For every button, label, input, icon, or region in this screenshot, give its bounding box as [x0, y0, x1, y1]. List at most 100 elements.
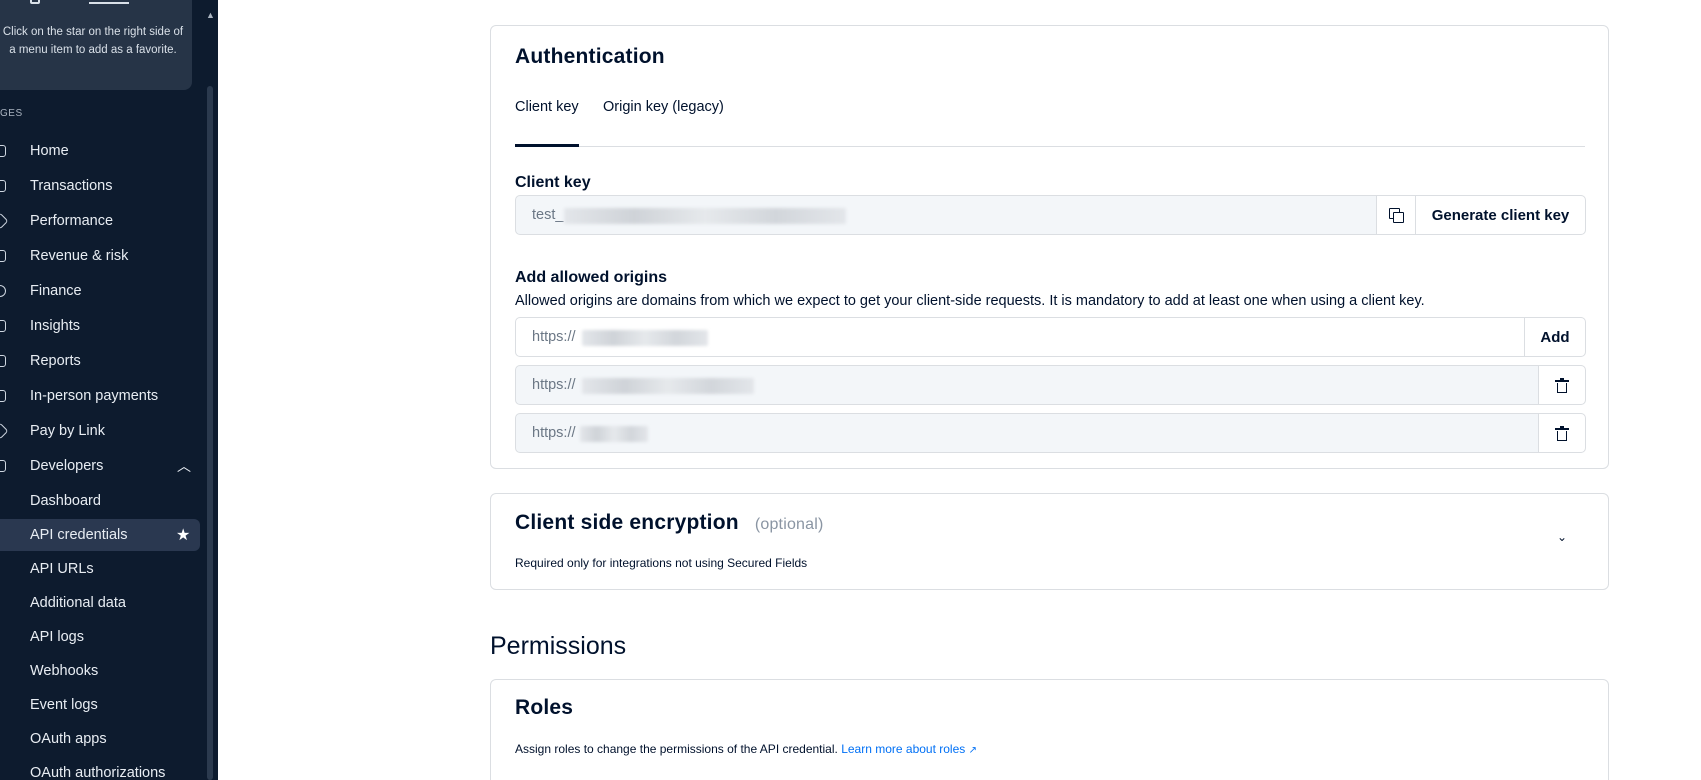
copy-button[interactable] — [1376, 195, 1416, 235]
star-icon[interactable]: ★ — [176, 525, 190, 545]
auth-tabs: Client key Origin key (legacy) — [515, 99, 1585, 147]
origin-value: https:// — [532, 425, 576, 441]
client-side-encryption-card[interactable]: Client side encryption (optional) Requir… — [490, 493, 1609, 590]
redacted-blur — [582, 330, 708, 346]
sidebar-subitem-event-logs[interactable]: Event logs — [0, 689, 200, 721]
delete-origin-button[interactable] — [1538, 365, 1586, 405]
developers-icon — [0, 460, 6, 472]
authentication-title: Authentication — [515, 45, 665, 68]
sidebar-subitem-label: API URLs — [30, 561, 94, 577]
redacted-blur — [582, 378, 754, 394]
sidebar-item-label: Reports — [30, 353, 81, 369]
home-icon — [0, 145, 6, 157]
scroll-up-arrow-icon[interactable]: ▲ — [206, 10, 215, 20]
sidebar-subitem-api-urls[interactable]: API URLs — [0, 553, 200, 585]
chevron-up-icon[interactable]: ︿ — [177, 456, 191, 476]
sidebar-item-insights[interactable]: Insights — [0, 309, 200, 343]
sidebar-subitem-label: API credentials — [30, 527, 128, 543]
cse-description: Required only for integrations not using… — [515, 556, 808, 570]
sidebar-item-label: Insights — [30, 318, 80, 334]
sidebar-item-label: Finance — [30, 283, 82, 299]
sidebar-subitem-label: Webhooks — [30, 663, 99, 679]
trash-icon — [1555, 377, 1569, 393]
chevron-down-icon[interactable]: ⌄ — [1557, 530, 1567, 544]
client-key-label: Client key — [515, 174, 591, 191]
delete-origin-button[interactable] — [1538, 413, 1586, 453]
sidebar-item-label: Home — [30, 143, 69, 159]
roles-text: Assign roles to change the permissions o… — [515, 742, 838, 756]
reports-icon — [0, 355, 6, 367]
finance-icon — [0, 285, 6, 297]
sidebar-subitem-label: Event logs — [30, 697, 98, 713]
sidebar-item-label: Pay by Link — [30, 423, 105, 439]
sidebar-item-label: Transactions — [30, 178, 113, 194]
sidebar-item-in-person-payments[interactable]: In-person payments — [0, 379, 200, 413]
redacted-blur — [564, 208, 846, 224]
sidebar-item-revenue-risk[interactable]: Revenue & risk — [0, 239, 200, 273]
performance-icon — [0, 212, 9, 230]
sidebar-subitem-oauth-apps[interactable]: OAuth apps — [0, 723, 200, 755]
favorites-tip: Click on the star on the right side of a… — [0, 0, 192, 90]
sidebar-subitem-label: OAuth apps — [30, 731, 107, 747]
bookmark-icon — [30, 0, 40, 4]
sidebar-item-transactions[interactable]: Transactions — [0, 169, 200, 203]
roles-card: Roles Assign roles to change the permiss… — [490, 679, 1609, 780]
sidebar-item-label: Revenue & risk — [30, 248, 129, 264]
redacted-blur — [580, 426, 648, 442]
sidebar-scrollbar[interactable] — [207, 86, 213, 780]
sidebar-subitem-label: API logs — [30, 629, 84, 645]
favorites-tip-text: Click on the star on the right side of a… — [2, 26, 184, 56]
generate-client-key-button[interactable]: Generate client key — [1415, 195, 1586, 235]
sidebar-item-label: In-person payments — [30, 388, 159, 404]
cse-optional-label: (optional) — [754, 516, 824, 533]
roles-title: Roles — [515, 696, 574, 719]
revenue-icon — [0, 250, 6, 262]
allowed-origins-helper: Allowed origins are domains from which w… — [515, 293, 1425, 309]
tab-client-key[interactable]: Client key — [515, 99, 579, 147]
external-link-icon: ↗ — [968, 745, 978, 756]
new-origin-input[interactable]: https:// Add — [515, 317, 1586, 357]
copy-icon — [1389, 208, 1404, 223]
transactions-icon — [0, 180, 6, 192]
pay-by-link-icon — [0, 422, 9, 440]
sidebar-item-reports[interactable]: Reports — [0, 344, 200, 378]
sidebar-subitem-additional-data[interactable]: Additional data — [0, 587, 200, 619]
trash-icon — [1555, 425, 1569, 441]
add-origin-button[interactable]: Add — [1524, 317, 1586, 357]
learn-more-roles-link[interactable]: Learn more about roles — [841, 742, 965, 756]
sidebar-subitem-api-credentials[interactable]: API credentials ★ — [0, 519, 200, 551]
app-root: Click on the star on the right side of a… — [0, 0, 1701, 780]
permissions-heading: Permissions — [490, 632, 627, 660]
sidebar-item-home[interactable]: Home — [0, 134, 200, 168]
new-origin-value: https:// — [532, 329, 576, 345]
sidebar-subitem-api-logs[interactable]: API logs — [0, 621, 200, 653]
sidebar-item-label: Developers — [30, 458, 104, 474]
insights-icon — [0, 320, 6, 332]
sidebar-subitem-webhooks[interactable]: Webhooks — [0, 655, 200, 687]
sidebar-subitem-label: OAuth authorizations — [30, 765, 166, 780]
sidebar-subitem-dashboard[interactable]: Dashboard — [0, 485, 200, 517]
allowed-origins-label: Add allowed origins — [515, 269, 668, 286]
sidebar-subitem-oauth-authorizations[interactable]: OAuth authorizations — [0, 757, 200, 780]
sidebar-item-performance[interactable]: Performance — [0, 204, 200, 238]
sidebar-subitem-label: Dashboard — [30, 493, 101, 509]
sidebar-item-pay-by-link[interactable]: Pay by Link — [0, 414, 200, 448]
origin-row: https:// — [515, 365, 1586, 405]
origin-value: https:// — [532, 377, 576, 393]
roles-description: Assign roles to change the permissions o… — [515, 742, 977, 756]
sidebar-item-finance[interactable]: Finance — [0, 274, 200, 308]
client-key-field[interactable]: test_ Generate client key — [515, 195, 1586, 235]
sidebar: Click on the star on the right side of a… — [0, 0, 218, 780]
sidebar-item-developers[interactable]: Developers ︿ — [0, 449, 200, 483]
cse-title: Client side encryption (optional) — [515, 511, 824, 535]
section-label: GES — [0, 108, 23, 119]
cse-title-text: Client side encryption — [515, 511, 739, 534]
tip-header-line — [89, 2, 129, 4]
tab-origin-key-legacy[interactable]: Origin key (legacy) — [603, 99, 724, 115]
in-person-icon — [0, 390, 6, 402]
origin-row: https:// — [515, 413, 1586, 453]
client-key-value: test_ — [532, 207, 564, 223]
sidebar-item-label: Performance — [30, 213, 114, 229]
sidebar-subitem-label: Additional data — [30, 595, 126, 611]
authentication-card: Authentication Client key Origin key (le… — [490, 25, 1609, 469]
